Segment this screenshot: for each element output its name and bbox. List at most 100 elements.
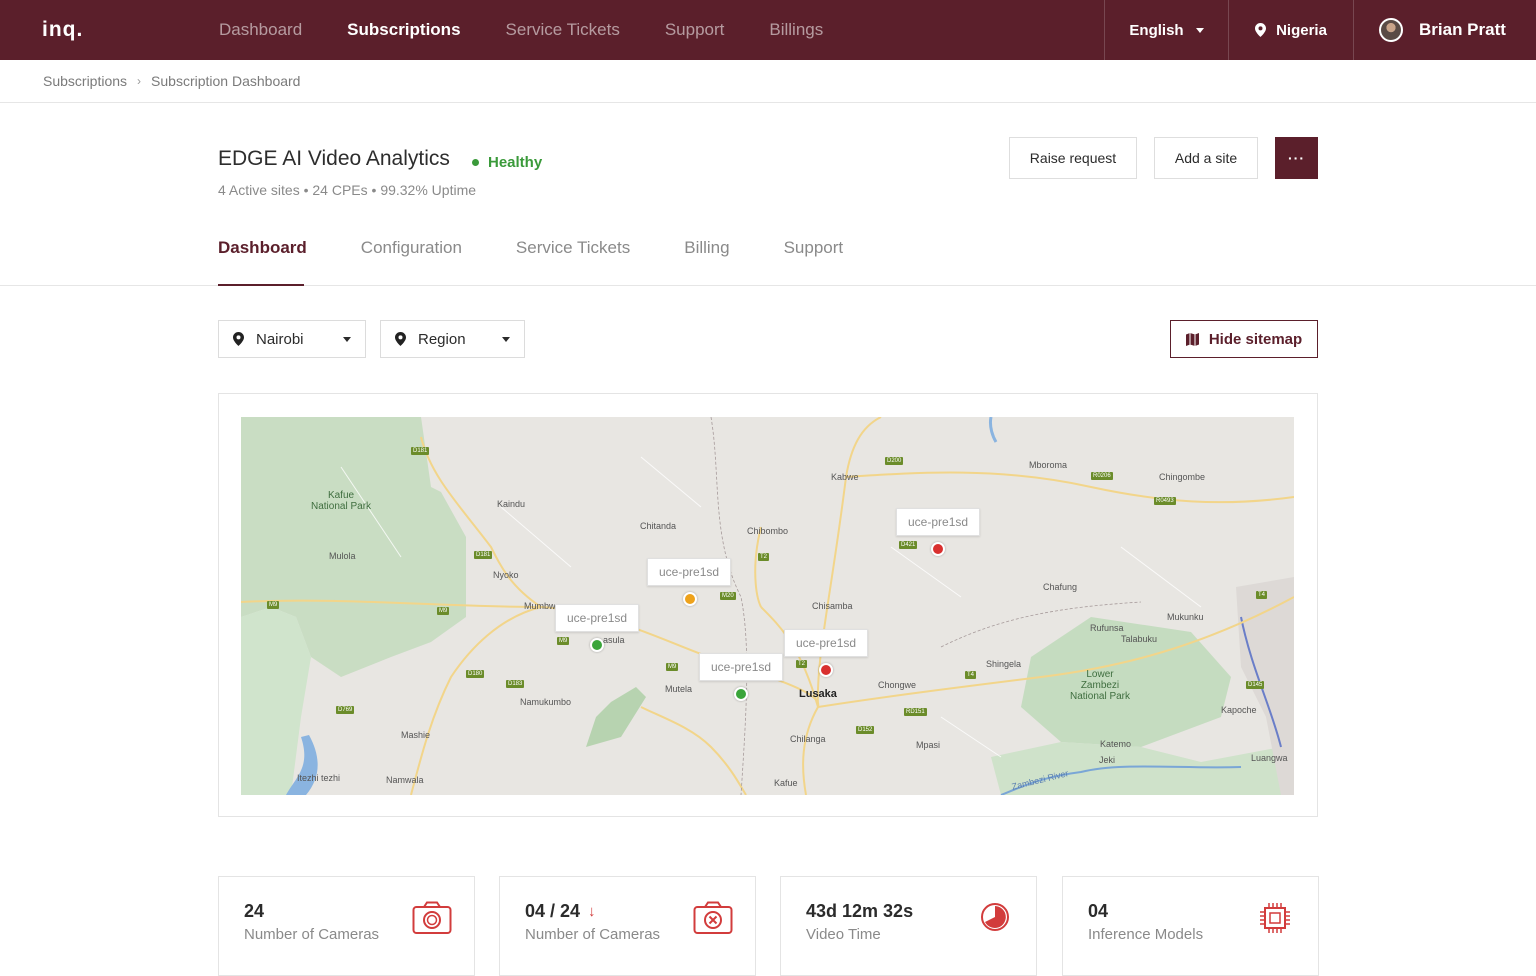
- camera-off-icon: [693, 901, 733, 934]
- map-place-label: Mutela: [665, 684, 693, 694]
- stat-value-text: 04 / 24: [525, 901, 581, 921]
- map-place-label: Mpasi: [916, 740, 941, 750]
- main-nav: Dashboard Subscriptions Service Tickets …: [219, 0, 868, 60]
- site-marker-red[interactable]: [931, 542, 945, 556]
- sitemap-map[interactable]: Kafue National Park Kaindu Kabwe Mboroma …: [241, 417, 1294, 795]
- stat-label: Number of Cameras: [525, 926, 661, 943]
- map-place-label: Talabuku: [1121, 634, 1158, 644]
- add-site-button[interactable]: Add a site: [1154, 137, 1258, 179]
- map-place-label: Chingombe: [1159, 472, 1206, 482]
- stat-card-active-cameras: 04 / 24 ↓ Number of Cameras: [499, 876, 756, 976]
- tab-bar: Dashboard Configuration Service Tickets …: [218, 238, 897, 258]
- map-place-label: Luangwa: [1251, 753, 1288, 763]
- stat-value: 04 / 24 ↓: [525, 901, 596, 922]
- site-marker-label[interactable]: uce-pre1sd: [555, 604, 640, 632]
- chip-icon: [1260, 903, 1290, 933]
- road-tag: T4: [1256, 591, 1268, 599]
- tab-support[interactable]: Support: [784, 238, 844, 258]
- nav-support[interactable]: Support: [665, 20, 725, 40]
- map-icon: [1185, 332, 1199, 346]
- map-place-label: Kapoche: [1221, 705, 1257, 715]
- hide-sitemap-button[interactable]: Hide sitemap: [1170, 320, 1318, 358]
- stat-label: Video Time: [806, 926, 881, 943]
- nav-billings[interactable]: Billings: [769, 20, 823, 40]
- nav-service-tickets[interactable]: Service Tickets: [506, 20, 620, 40]
- location-pin-icon: [395, 332, 406, 346]
- logo[interactable]: inq.: [42, 18, 83, 42]
- language-selector[interactable]: English: [1104, 0, 1228, 60]
- stat-label: Inference Models: [1088, 926, 1204, 943]
- hide-sitemap-label: Hide sitemap: [1208, 330, 1303, 348]
- map-place-label: Chibombo: [747, 526, 789, 536]
- site-marker-red[interactable]: [819, 663, 833, 677]
- site-marker-label[interactable]: uce-pre1sd: [699, 653, 784, 681]
- site-marker-green[interactable]: [734, 687, 748, 701]
- map-place-label: Katemo: [1100, 739, 1132, 749]
- road-tag: M9: [557, 637, 570, 645]
- country-selector[interactable]: Nigeria: [1228, 0, 1353, 60]
- chevron-down-icon: [502, 337, 510, 342]
- map-place-label: Kafue: [774, 778, 798, 788]
- page-title: EDGE AI Video Analytics: [218, 147, 450, 170]
- map-place-label: Namukumbo: [520, 697, 572, 707]
- map-place-label: Mboroma: [1029, 460, 1068, 470]
- stat-value: 43d 12m 32s: [806, 901, 913, 922]
- map-place-label: Chongwe: [878, 680, 917, 690]
- road-tag: T2: [758, 553, 770, 561]
- chevron-down-icon: [343, 337, 351, 342]
- site-marker-green[interactable]: [590, 638, 604, 652]
- nav-subscriptions[interactable]: Subscriptions: [347, 20, 460, 40]
- map-place-label: Mulola: [329, 551, 356, 561]
- road-tag: M9: [666, 663, 679, 671]
- nav-dashboard[interactable]: Dashboard: [219, 20, 302, 40]
- road-tag: D183: [506, 680, 525, 688]
- road-tag: D200: [885, 457, 904, 465]
- map-place-label: Kafue National Park: [311, 490, 372, 512]
- more-options-button[interactable]: ···: [1275, 137, 1318, 179]
- road-tag: D769: [336, 706, 355, 714]
- status-text: Healthy: [488, 154, 543, 171]
- language-label: English: [1129, 21, 1184, 39]
- tab-dashboard[interactable]: Dashboard: [218, 238, 307, 258]
- breadcrumb: Subscriptions › Subscription Dashboard: [43, 73, 300, 89]
- road-tag: D145: [1246, 681, 1265, 689]
- user-name: Brian Pratt: [1419, 20, 1506, 39]
- breadcrumb-current: Subscription Dashboard: [151, 73, 301, 89]
- breadcrumb-subscriptions[interactable]: Subscriptions: [43, 73, 127, 89]
- road-tag: D152: [856, 726, 875, 734]
- top-right-controls: English Nigeria Brian Pratt: [1104, 0, 1536, 60]
- stat-value-text: 43d 12m 32s: [806, 901, 914, 921]
- region-select[interactable]: Region: [380, 320, 525, 358]
- tab-configuration[interactable]: Configuration: [361, 238, 462, 258]
- stat-card-inference-models: 04 Inference Models: [1062, 876, 1319, 976]
- stat-value: 04: [1088, 901, 1108, 922]
- map-place-label: Mukunku: [1167, 612, 1204, 622]
- site-marker-label[interactable]: uce-pre1sd: [647, 558, 732, 586]
- road-tag: D180: [466, 670, 485, 678]
- site-marker-orange[interactable]: [683, 592, 697, 606]
- user-menu[interactable]: Brian Pratt: [1353, 0, 1536, 60]
- city-select[interactable]: Nairobi: [218, 320, 366, 358]
- map-place-label: Itezhi tezhi: [297, 773, 341, 783]
- map-place-label: Kaindu: [497, 499, 526, 509]
- road-tag: R0206: [1091, 472, 1113, 480]
- chevron-down-icon: [1195, 27, 1204, 33]
- stat-value-text: 04: [1088, 901, 1109, 921]
- site-marker-label[interactable]: uce-pre1sd: [784, 629, 869, 657]
- site-marker-label[interactable]: uce-pre1sd: [896, 508, 981, 536]
- status-dot-icon: [472, 159, 479, 166]
- tab-billing[interactable]: Billing: [684, 238, 729, 258]
- chevron-right-icon: ›: [137, 74, 142, 88]
- raise-request-button[interactable]: Raise request: [1009, 137, 1137, 179]
- map-place-label: Kabwe: [831, 472, 859, 482]
- location-pin-icon: [233, 332, 244, 346]
- clock-pie-icon: [981, 903, 1009, 931]
- arrow-down-icon: ↓: [588, 903, 596, 920]
- active-tab-indicator: [218, 284, 304, 286]
- map-park-label: Lower Zambezi National Park: [1069, 669, 1131, 702]
- tab-service-tickets[interactable]: Service Tickets: [516, 238, 630, 258]
- city-select-value: Nairobi: [256, 330, 304, 348]
- map-place-label: Chilanga: [790, 734, 826, 744]
- road-tag: D181: [474, 551, 493, 559]
- subscription-summary: 4 Active sites • 24 CPEs • 99.32% Uptime: [218, 182, 477, 198]
